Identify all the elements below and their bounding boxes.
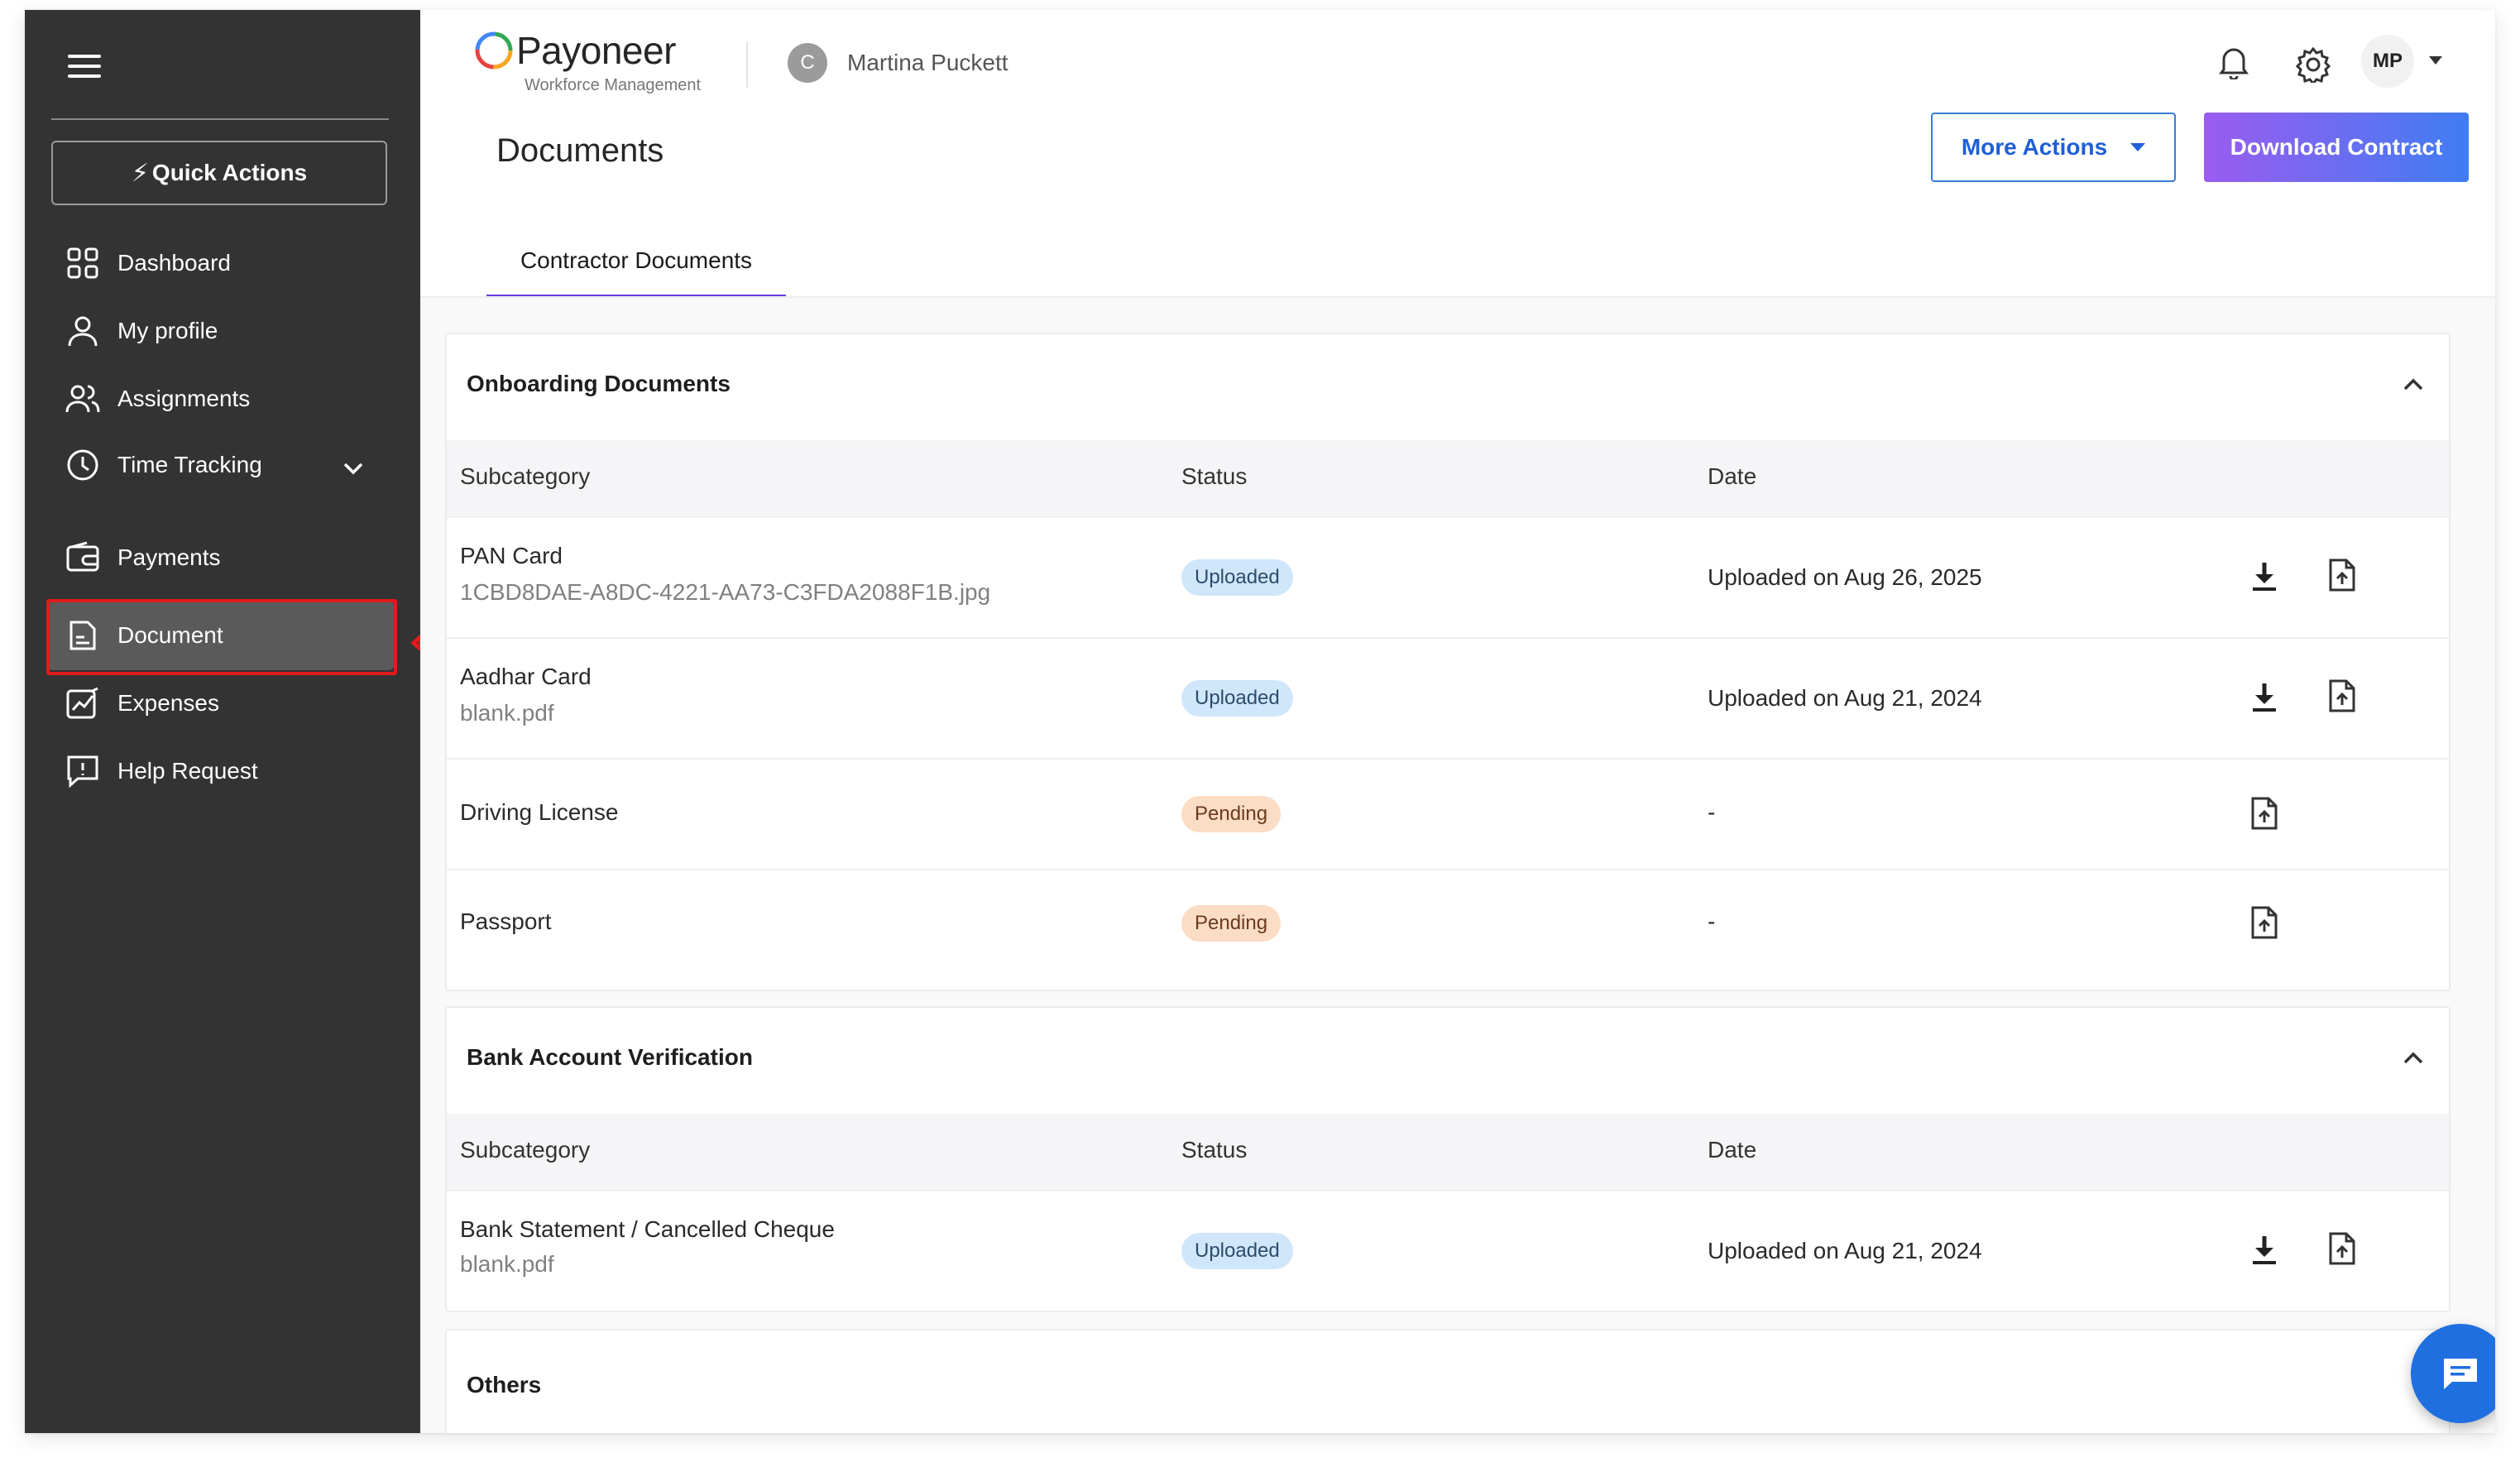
brand-name: Payoneer (516, 29, 676, 72)
document-file-name[interactable]: blank.pdf (460, 1251, 554, 1278)
upload-date: - (1708, 908, 1716, 934)
clock-icon (65, 447, 101, 483)
others-card: Others (445, 1329, 2451, 1433)
document-name: Passport (460, 908, 552, 934)
table-row: Passport Pending - (447, 869, 2449, 981)
upload-date: - (1708, 799, 1716, 825)
download-icon[interactable] (2250, 1234, 2278, 1266)
download-icon[interactable] (2250, 682, 2278, 713)
file-upload-icon[interactable] (2328, 558, 2356, 592)
grid-icon (65, 245, 101, 281)
user-name: Martina Puckett (847, 50, 1008, 75)
document-file-name[interactable]: 1CBD8DAE-A8DC-4221-AA73-C3FDA2088F1B.jpg (460, 579, 990, 606)
file-upload-icon[interactable] (2250, 796, 2278, 831)
upload-date: Uploaded on Aug 21, 2024 (1708, 1238, 1982, 1263)
sidebar-item-label: Expenses (117, 690, 219, 716)
page-title: Documents (496, 132, 664, 169)
section-title: Bank Account Verification (467, 1044, 753, 1070)
file-upload-icon[interactable] (2328, 1231, 2356, 1266)
table-row: PAN Card 1CBD8DAE-A8DC-4221-AA73-C3FDA20… (447, 516, 2449, 639)
status-badge: Uploaded (1181, 559, 1293, 596)
status-badge: Uploaded (1181, 1233, 1293, 1269)
upload-date: Uploaded on Aug 26, 2025 (1708, 564, 1982, 590)
lightning-icon: ⚡ (131, 159, 149, 187)
column-header-status: Status (1181, 1137, 1248, 1163)
table-header: Subcategory Status Date (447, 440, 2449, 516)
avatar[interactable]: MP (2361, 35, 2414, 88)
document-name: Driving License (460, 799, 619, 825)
sidebar-item-expenses[interactable]: Expenses (65, 678, 395, 728)
company-initial: C (788, 43, 827, 83)
people-icon (65, 381, 101, 417)
wallet-icon (65, 539, 101, 576)
bank-account-verification-card: Bank Account Verification Subcategory St… (445, 1006, 2451, 1312)
tab-contractor-documents[interactable]: Contractor Documents (486, 227, 786, 298)
more-actions-label: More Actions (1961, 134, 2108, 160)
logo-ring-icon (475, 31, 513, 70)
chevron-up-icon[interactable] (2403, 1051, 2424, 1066)
sidebar-item-label: Assignments (117, 386, 251, 411)
download-contract-button[interactable]: Download Contract (2204, 113, 2469, 182)
sidebar-item-label: My profile (117, 318, 218, 343)
sidebar-item-label: Dashboard (117, 250, 231, 276)
table-row: Bank Statement / Cancelled Cheque blank.… (447, 1190, 2449, 1312)
brand-subtitle: Workforce Management (525, 76, 702, 94)
menu-icon[interactable] (68, 55, 101, 79)
chevron-down-icon[interactable] (343, 455, 364, 482)
account-caret-icon[interactable] (2429, 56, 2442, 65)
tab-label: Contractor Documents (520, 247, 753, 273)
file-upload-icon[interactable] (2250, 905, 2278, 940)
highlight-box (46, 599, 397, 675)
onboarding-documents-card: Onboarding Documents Subcategory Status … (445, 333, 2451, 991)
company-user-chip[interactable]: C Martina Puckett (788, 43, 1008, 83)
column-header-subcategory: Subcategory (460, 1137, 591, 1163)
quick-actions-button[interactable]: ⚡ Quick Actions (51, 141, 387, 205)
section-title: Onboarding Documents (467, 371, 731, 396)
documents-content: Onboarding Documents Subcategory Status … (420, 298, 2495, 1433)
document-name: Aadhar Card (460, 664, 592, 689)
sidebar-item-label: Help Request (117, 758, 258, 784)
sidebar-divider (51, 118, 389, 120)
column-header-subcategory: Subcategory (460, 463, 591, 489)
sidebar-item-label: Payments (117, 544, 221, 570)
bell-icon[interactable] (2219, 45, 2249, 79)
sidebar-item-dashboard[interactable]: Dashboard (65, 238, 395, 288)
sidebar: ⚡ Quick Actions Dashboard My profile Ass… (25, 10, 420, 1433)
chat-icon (2444, 1359, 2477, 1389)
section-title: Others (467, 1372, 542, 1397)
quick-actions-label: Quick Actions (151, 160, 308, 185)
status-badge: Uploaded (1181, 680, 1293, 717)
table-header: Subcategory Status Date (447, 1114, 2449, 1190)
document-name: PAN Card (460, 543, 563, 568)
chevron-up-icon[interactable] (2403, 377, 2424, 392)
table-row: Aadhar Card blank.pdf Uploaded Uploaded … (447, 637, 2449, 760)
chart-icon (65, 685, 101, 722)
upload-date: Uploaded on Aug 21, 2024 (1708, 685, 1982, 711)
gear-icon[interactable] (2295, 46, 2331, 83)
sidebar-item-help-request[interactable]: Help Request (65, 746, 395, 796)
sidebar-item-assignments[interactable]: Assignments (65, 374, 395, 424)
sidebar-item-label: Time Tracking (117, 452, 262, 477)
person-icon (65, 313, 101, 349)
file-upload-icon[interactable] (2328, 678, 2356, 713)
column-header-date: Date (1708, 463, 1757, 489)
help-chat-icon (65, 753, 101, 789)
table-row: Driving License Pending - (447, 758, 2449, 870)
sidebar-item-payments[interactable]: Payments (65, 533, 395, 582)
more-actions-button[interactable]: More Actions (1931, 113, 2176, 182)
status-badge: Pending (1181, 796, 1282, 832)
status-badge: Pending (1181, 905, 1282, 942)
sidebar-item-time-tracking[interactable]: Time Tracking (65, 440, 395, 490)
header-separator (746, 41, 748, 88)
dropdown-caret-icon (2130, 143, 2146, 151)
document-file-name[interactable]: blank.pdf (460, 700, 554, 726)
document-name: Bank Statement / Cancelled Cheque (460, 1216, 835, 1242)
download-contract-label: Download Contract (2230, 134, 2443, 160)
download-icon[interactable] (2250, 561, 2278, 592)
column-header-status: Status (1181, 463, 1248, 489)
column-header-date: Date (1708, 1137, 1757, 1163)
sidebar-item-my-profile[interactable]: My profile (65, 306, 395, 356)
app-window: ⚡ Quick Actions Dashboard My profile Ass… (25, 10, 2495, 1433)
